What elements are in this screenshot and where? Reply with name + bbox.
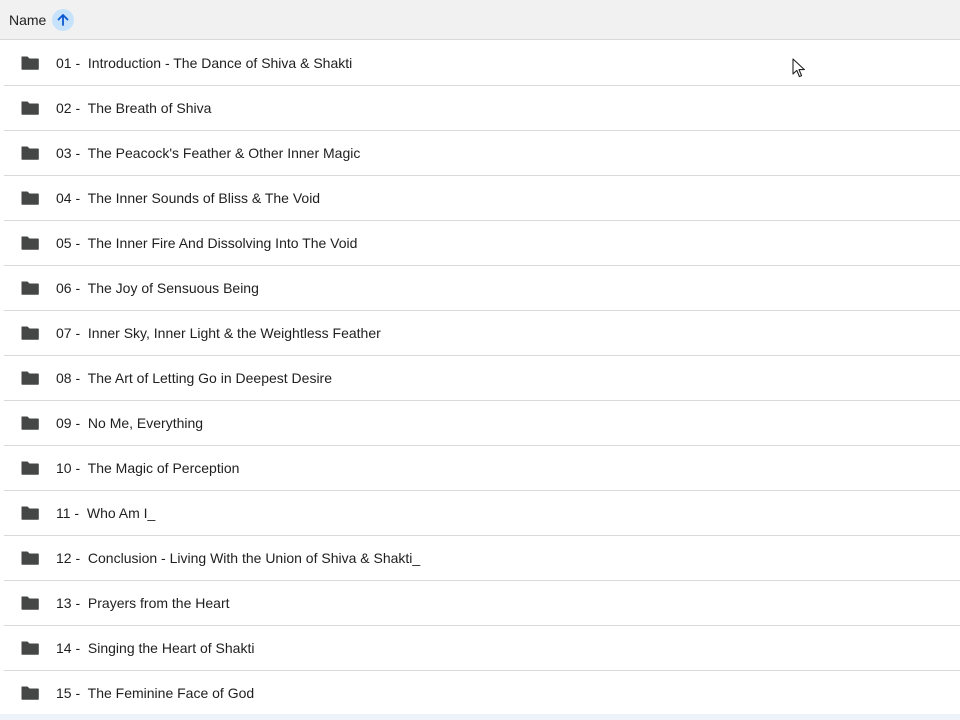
folder-icon — [21, 326, 39, 340]
folder-name: 07 - Inner Sky, Inner Light & the Weight… — [56, 325, 381, 341]
folder-row[interactable]: 05 - The Inner Fire And Dissolving Into … — [4, 221, 960, 266]
folder-icon — [21, 56, 39, 70]
folder-name: 01 - Introduction - The Dance of Shiva &… — [56, 55, 353, 71]
folder-row[interactable]: 15 - The Feminine Face of God — [4, 671, 960, 716]
mouse-cursor-icon — [792, 58, 805, 78]
folder-name: 09 - No Me, Everything — [56, 415, 204, 431]
folder-row[interactable]: 04 - The Inner Sounds of Bliss & The Voi… — [4, 176, 960, 221]
folder-icon — [21, 281, 39, 295]
folder-name: 05 - The Inner Fire And Dissolving Into … — [56, 235, 358, 251]
folder-row[interactable]: 03 - The Peacock's Feather & Other Inner… — [4, 131, 960, 176]
column-header: Name — [0, 0, 960, 40]
folder-name: 04 - The Inner Sounds of Bliss & The Voi… — [56, 190, 321, 206]
folder-row[interactable]: 07 - Inner Sky, Inner Light & the Weight… — [4, 311, 960, 356]
folder-icon — [21, 506, 39, 520]
folder-icon — [21, 236, 39, 250]
folder-name: 08 - The Art of Letting Go in Deepest De… — [56, 370, 333, 386]
folder-row[interactable]: 13 - Prayers from the Heart — [4, 581, 960, 626]
folder-row[interactable]: 01 - Introduction - The Dance of Shiva &… — [4, 41, 960, 86]
folder-row[interactable]: 06 - The Joy of Sensuous Being — [4, 266, 960, 311]
sort-ascending-button[interactable] — [52, 8, 75, 31]
folder-icon — [21, 146, 39, 160]
folder-row[interactable]: 02 - The Breath of Shiva — [4, 86, 960, 131]
folder-name: 03 - The Peacock's Feather & Other Inner… — [56, 145, 361, 161]
folder-row[interactable]: 09 - No Me, Everything — [4, 401, 960, 446]
bottom-strip — [0, 714, 960, 720]
folder-row[interactable]: 11 - Who Am I_ — [4, 491, 960, 536]
folder-icon — [21, 461, 39, 475]
folder-row[interactable]: 12 - Conclusion - Living With the Union … — [4, 536, 960, 581]
folder-name: 02 - The Breath of Shiva — [56, 100, 212, 116]
folder-icon — [21, 596, 39, 610]
folder-icon — [21, 551, 39, 565]
folder-name: 15 - The Feminine Face of God — [56, 685, 255, 701]
file-list: Name 01 - Introduction - The Dance of Sh… — [0, 0, 960, 720]
folder-row[interactable]: 10 - The Magic of Perception — [4, 446, 960, 491]
name-column-header[interactable]: Name — [9, 12, 46, 28]
folder-name: 11 - Who Am I_ — [56, 505, 156, 521]
folder-name: 13 - Prayers from the Heart — [56, 595, 230, 611]
folder-name: 06 - The Joy of Sensuous Being — [56, 280, 259, 296]
folder-name: 10 - The Magic of Perception — [56, 460, 240, 476]
folder-rows: 01 - Introduction - The Dance of Shiva &… — [0, 41, 960, 716]
folder-name: 14 - Singing the Heart of Shakti — [56, 640, 255, 656]
folder-icon — [21, 371, 39, 385]
folder-row[interactable]: 08 - The Art of Letting Go in Deepest De… — [4, 356, 960, 401]
arrow-up-icon — [57, 13, 69, 26]
folder-icon — [21, 641, 39, 655]
folder-icon — [21, 101, 39, 115]
folder-name: 12 - Conclusion - Living With the Union … — [56, 550, 421, 566]
folder-icon — [21, 191, 39, 205]
folder-icon — [21, 686, 39, 700]
folder-icon — [21, 416, 39, 430]
folder-row[interactable]: 14 - Singing the Heart of Shakti — [4, 626, 960, 671]
